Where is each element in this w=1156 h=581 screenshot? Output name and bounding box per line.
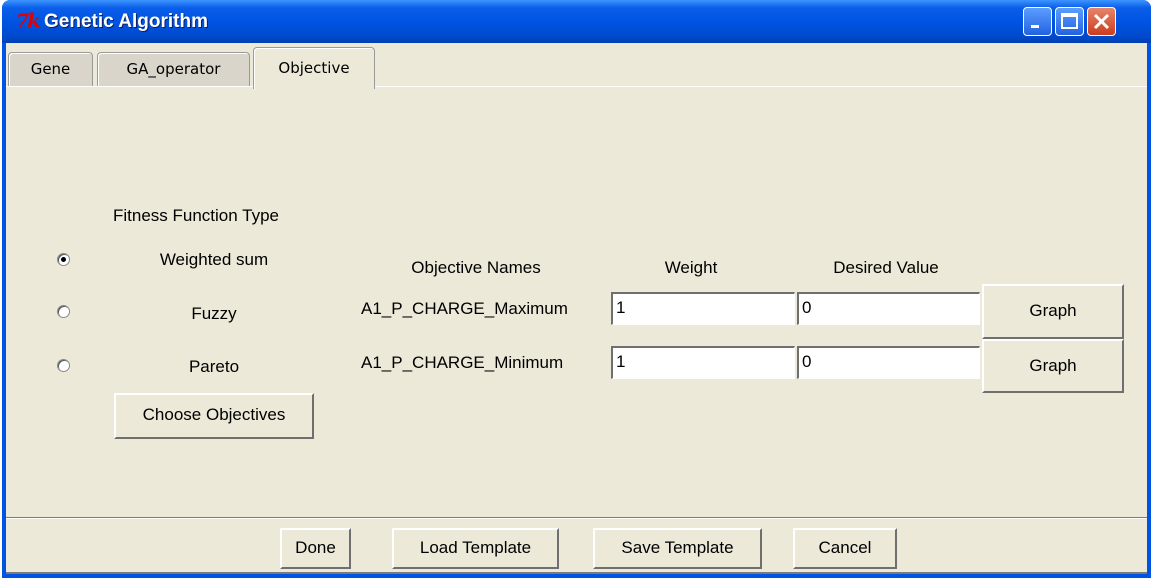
- title-bar[interactable]: 7k Genetic Algorithm: [2, 0, 1151, 43]
- option-label-pareto: Pareto: [188, 357, 240, 376]
- close-button[interactable]: [1087, 7, 1116, 36]
- footer-bottom-border: [6, 572, 1147, 574]
- footer-separator-highlight: [6, 518, 1147, 519]
- maximize-icon: [1061, 13, 1078, 29]
- footer-bar: Done Load Template Save Template Cancel: [6, 517, 1147, 574]
- minimize-button[interactable]: [1023, 7, 1052, 36]
- window-title: Genetic Algorithm: [44, 11, 208, 32]
- cancel-button[interactable]: Cancel: [793, 528, 897, 569]
- tab-divider: [6, 86, 1147, 87]
- radio-selected-dot: [61, 257, 66, 262]
- client-area: Gene GA_operator Objective Fitness Funct…: [6, 43, 1147, 574]
- header-objective-names: Objective Names: [411, 258, 541, 277]
- fitness-function-heading: Fitness Function Type: [113, 206, 279, 225]
- choose-objectives-button[interactable]: Choose Objectives: [114, 393, 314, 439]
- objective-name: A1_P_CHARGE_Minimum: [361, 353, 564, 372]
- tab-ga-operator[interactable]: GA_operator: [97, 52, 250, 86]
- desired-value-input[interactable]: 0: [797, 292, 980, 325]
- radio-fuzzy[interactable]: [57, 305, 70, 318]
- radio-pareto[interactable]: [57, 359, 70, 372]
- maximize-button[interactable]: [1055, 7, 1084, 36]
- tab-gene[interactable]: Gene: [8, 52, 93, 86]
- radio-weighted-sum[interactable]: [57, 253, 70, 266]
- weight-input[interactable]: 1: [611, 346, 795, 379]
- tab-bar: Gene GA_operator Objective: [6, 43, 1147, 89]
- close-icon: [1093, 13, 1110, 30]
- option-label-fuzzy: Fuzzy: [191, 304, 237, 323]
- minimize-icon: [1031, 25, 1039, 28]
- weight-input[interactable]: 1: [611, 292, 795, 325]
- done-button[interactable]: Done: [280, 528, 351, 569]
- header-weight: Weight: [664, 258, 718, 277]
- option-label-weighted-sum: Weighted sum: [159, 250, 269, 269]
- tk-app-icon: 7k: [16, 10, 40, 32]
- graph-button[interactable]: Graph: [982, 284, 1124, 339]
- tab-objective[interactable]: Objective: [253, 47, 375, 89]
- app-window: 7k Genetic Algorithm Gene GA_operator Ob…: [2, 0, 1151, 578]
- header-desired-value: Desired Value: [833, 258, 939, 277]
- save-template-button[interactable]: Save Template: [593, 528, 762, 569]
- graph-button[interactable]: Graph: [982, 339, 1124, 393]
- load-template-button[interactable]: Load Template: [392, 528, 559, 569]
- objective-name: A1_P_CHARGE_Maximum: [361, 299, 568, 318]
- desired-value-input[interactable]: 0: [797, 346, 980, 379]
